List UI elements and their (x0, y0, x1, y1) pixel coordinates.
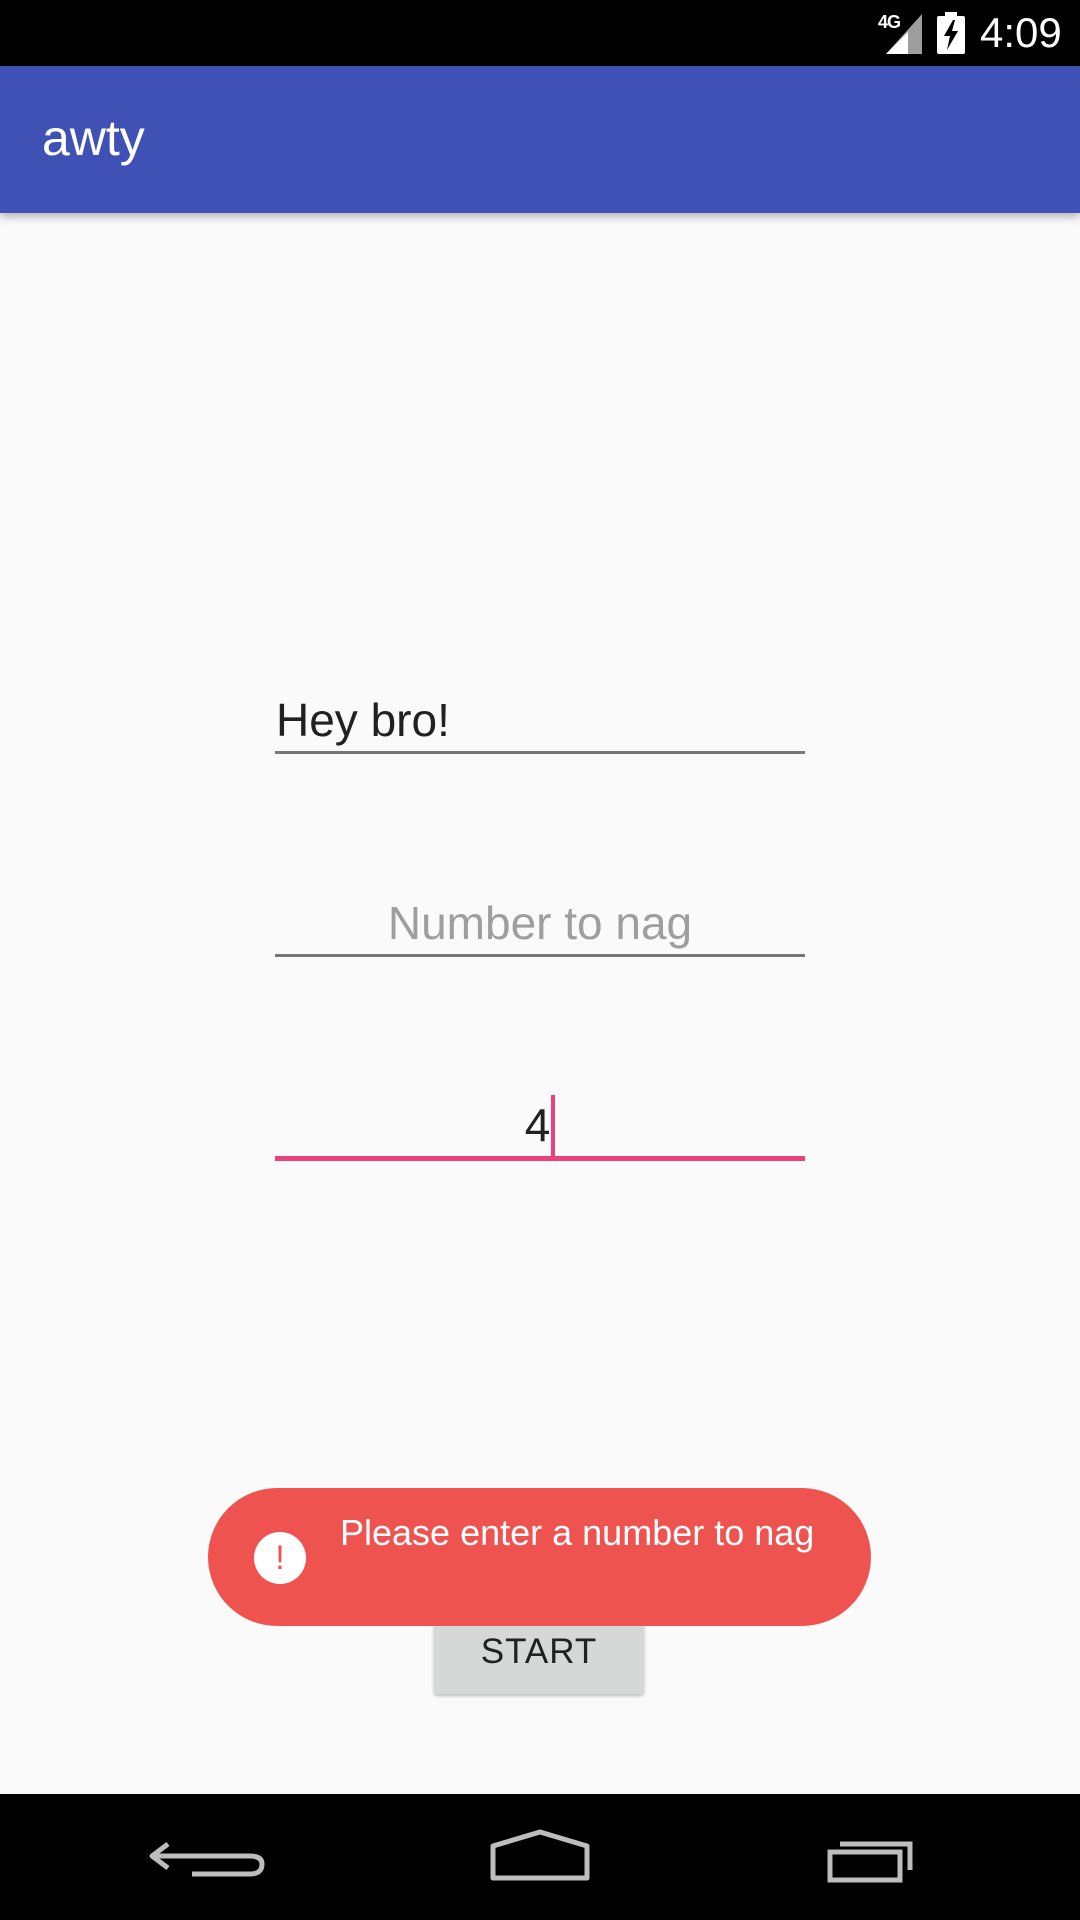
battery-charging-icon (937, 12, 965, 54)
error-alert-icon: ! (254, 1532, 306, 1584)
screen: 4G 4:09 awty Hey bro! Number to nag 4 ST… (0, 0, 1080, 1920)
signal-icon (886, 14, 922, 54)
interval-input[interactable]: 4 (275, 1094, 805, 1160)
status-bar: 4G 4:09 (0, 0, 1080, 66)
interval-input-value: 4 (524, 1099, 551, 1151)
phone-number-field[interactable]: Number to nag (275, 885, 805, 961)
message-field[interactable]: Hey bro! (275, 680, 805, 756)
error-toast: ! Please enter a number to nag (208, 1488, 871, 1626)
interval-field[interactable]: 4 (275, 1085, 805, 1163)
recents-icon (827, 1841, 913, 1883)
home-button[interactable] (440, 1794, 640, 1920)
phone-number-field-underline (275, 954, 805, 957)
interval-field-underline-focused (275, 1156, 805, 1161)
back-icon (149, 1842, 265, 1877)
text-cursor (551, 1094, 556, 1157)
recents-button[interactable] (770, 1794, 970, 1920)
clock: 4:09 (980, 9, 1062, 56)
app-bar: awty (0, 66, 1080, 213)
start-button-label: START (480, 1632, 598, 1671)
message-input-value[interactable]: Hey bro! (276, 692, 805, 748)
phone-number-placeholder[interactable]: Number to nag (275, 895, 805, 951)
toast-message: Please enter a number to nag (340, 1512, 815, 1553)
navigation-bar (0, 1794, 1080, 1920)
back-button[interactable] (110, 1794, 310, 1920)
message-field-underline (275, 751, 805, 754)
home-icon (490, 1829, 590, 1881)
app-title: awty (42, 110, 145, 166)
